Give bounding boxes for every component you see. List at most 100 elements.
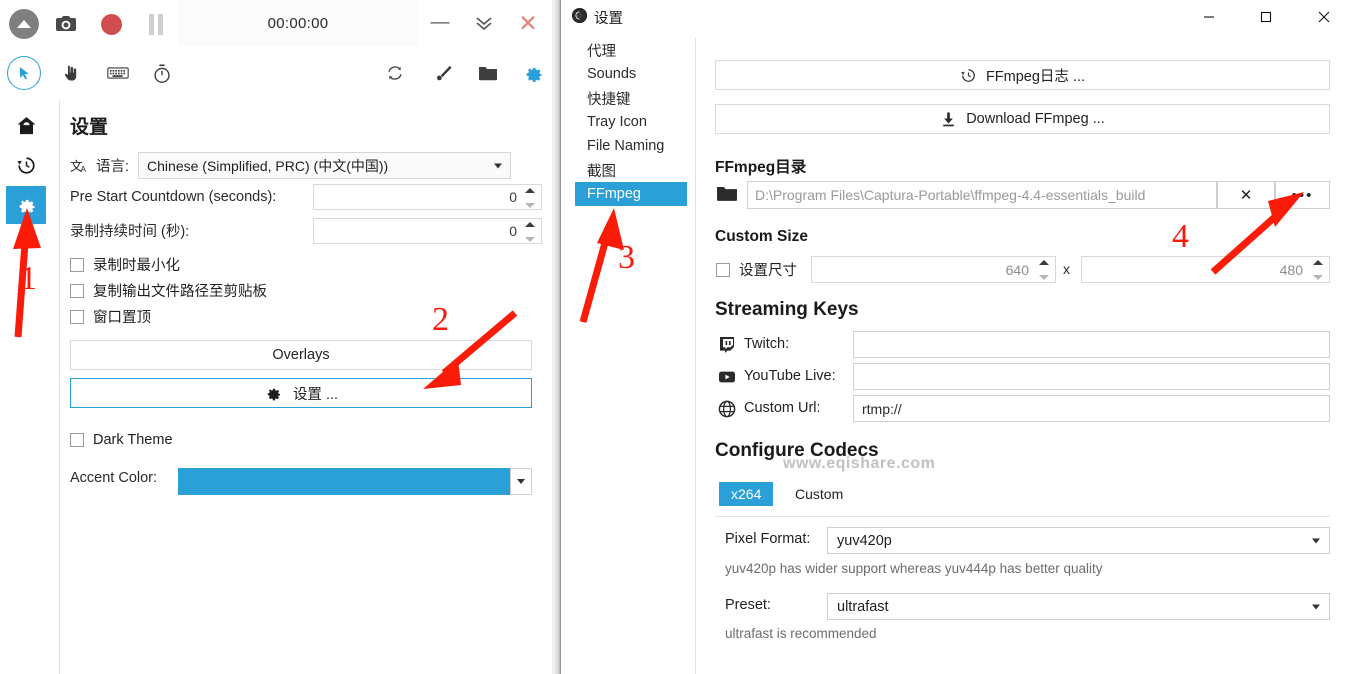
language-label: 语言: xyxy=(96,155,129,176)
svg-text:?: ? xyxy=(19,235,31,256)
stopwatch-icon[interactable] xyxy=(145,56,179,90)
annotation-number-1: 1 xyxy=(20,260,37,298)
codec-tab-x264[interactable]: x264 xyxy=(719,482,773,506)
custom-height-value: 480 xyxy=(1280,262,1303,278)
minimize-button[interactable]: — xyxy=(418,4,462,42)
custom-height-stepper[interactable]: 480 xyxy=(1081,256,1330,283)
pre-start-countdown-stepper[interactable]: 0 xyxy=(313,184,542,210)
checkbox-label: 窗口置顶 xyxy=(93,306,151,327)
screenshot-icon[interactable] xyxy=(50,8,82,40)
ffmpeg-settings-content: FFmpeg日志 ... Download FFmpeg ... FFmpeg目… xyxy=(561,0,1350,674)
preset-label: Preset: xyxy=(725,597,771,613)
twitch-key-input[interactable] xyxy=(853,331,1330,358)
hand-click-icon[interactable] xyxy=(54,56,88,90)
sidebar-item-home[interactable] xyxy=(6,106,46,144)
history-clock-icon xyxy=(960,67,977,84)
overlays-button-label: Overlays xyxy=(272,347,329,363)
checkbox-box[interactable] xyxy=(70,433,84,447)
checkbox-box[interactable] xyxy=(70,310,84,324)
annotation-number-3: 3 xyxy=(618,239,635,277)
folder-icon[interactable] xyxy=(471,56,505,90)
stepper-arrows-icon[interactable] xyxy=(523,222,536,242)
expand-collapse-icon[interactable] xyxy=(8,8,40,40)
ffmpeg-log-button[interactable]: FFmpeg日志 ... xyxy=(715,60,1330,90)
annotation-number-2: 2 xyxy=(432,301,449,339)
checkbox-box[interactable] xyxy=(70,284,84,298)
recording-duration-label: 录制持续时间 (秒): xyxy=(70,220,189,241)
checkbox-window-always-on-top[interactable]: 窗口置顶 xyxy=(70,306,151,327)
download-ffmpeg-button[interactable]: Download FFmpeg ... xyxy=(715,104,1330,134)
clear-path-button[interactable]: ✕ xyxy=(1217,181,1275,209)
codec-tab-label: x264 xyxy=(731,486,761,502)
pause-icon[interactable] xyxy=(140,8,172,40)
accent-color-dropdown[interactable] xyxy=(510,468,532,495)
youtube-label: YouTube Live: xyxy=(744,368,836,384)
checkbox-minimize-on-record[interactable]: 录制时最小化 xyxy=(70,254,180,275)
custom-width-stepper[interactable]: 640 xyxy=(811,256,1056,283)
checkbox-label: 录制时最小化 xyxy=(93,254,180,275)
accent-color-label: Accent Color: xyxy=(70,470,157,486)
chevron-down-icon xyxy=(517,479,525,484)
cursor-select-icon[interactable] xyxy=(7,56,41,90)
youtube-icon xyxy=(718,368,736,386)
pre-start-countdown-value: 0 xyxy=(509,189,517,205)
checkbox-copy-path-to-clipboard[interactable]: 复制输出文件路径至剪贴板 xyxy=(70,280,267,301)
checkbox-dark-theme[interactable]: Dark Theme xyxy=(70,432,173,448)
settings-panel: 设置 文A 语言: Chinese (Simplified, PRC) (中文(… xyxy=(60,100,552,674)
language-select[interactable]: Chinese (Simplified, PRC) (中文(中国)) xyxy=(138,152,511,179)
checkbox-box[interactable] xyxy=(70,258,84,272)
ffmpeg-settings-window: 设置 代理 Sounds 快捷键 Tray Icon File Naming 截… xyxy=(560,0,1350,674)
browse-path-button[interactable]: ••• xyxy=(1275,181,1330,209)
checkbox-box[interactable] xyxy=(716,263,730,277)
window-edge-shadow xyxy=(552,0,560,674)
chevron-down-icon xyxy=(1312,538,1320,543)
record-icon[interactable] xyxy=(95,8,127,40)
preset-select[interactable]: ultrafast xyxy=(827,593,1330,620)
custom-url-input[interactable]: rtmp:// xyxy=(853,395,1330,422)
stepper-arrows-icon[interactable] xyxy=(523,188,536,208)
twitch-icon xyxy=(718,336,736,354)
close-button[interactable]: ✕ xyxy=(506,4,550,42)
pixel-format-label: Pixel Format: xyxy=(725,531,810,547)
recording-duration-stepper[interactable]: 0 xyxy=(313,218,542,244)
checkbox-custom-size[interactable]: 设置尺寸 xyxy=(716,259,797,280)
sidebar-item-help[interactable]: ? xyxy=(6,226,46,264)
recording-duration-value: 0 xyxy=(509,223,517,239)
refresh-icon[interactable] xyxy=(378,56,412,90)
custom-url-value: rtmp:// xyxy=(862,401,902,417)
ffmpeg-path-input[interactable]: D:\Program Files\Captura-Portable\ffmpeg… xyxy=(747,181,1217,209)
ffmpeg-folder-heading: FFmpeg目录 xyxy=(715,155,806,177)
main-window-sidebar-rail: ? xyxy=(0,98,52,674)
sidebar-item-history[interactable] xyxy=(6,146,46,184)
ffmpeg-settings-button-label: 设置 ... xyxy=(293,383,338,404)
main-window-toolbar xyxy=(0,48,552,98)
custom-size-heading: Custom Size xyxy=(715,228,808,246)
codec-tab-label: Custom xyxy=(795,486,843,502)
accent-color-swatch[interactable] xyxy=(178,468,510,495)
globe-icon xyxy=(718,400,736,418)
sidebar-item-settings[interactable] xyxy=(6,186,46,224)
brush-icon[interactable] xyxy=(426,56,460,90)
translate-icon: 文A xyxy=(70,157,90,175)
codec-tab-custom[interactable]: Custom xyxy=(783,482,855,506)
collapse-button[interactable] xyxy=(462,4,506,42)
ffmpeg-log-button-label: FFmpeg日志 ... xyxy=(986,65,1085,86)
captura-main-window: 00:00:00 — ✕ xyxy=(0,0,552,674)
download-ffmpeg-button-label: Download FFmpeg ... xyxy=(966,111,1105,127)
language-value: Chinese (Simplified, PRC) (中文(中国)) xyxy=(147,156,388,176)
page-title: 设置 xyxy=(70,112,108,139)
svg-text:A: A xyxy=(80,164,86,173)
ffmpeg-settings-button[interactable]: 设置 ... xyxy=(70,378,532,408)
stepper-arrows-icon[interactable] xyxy=(1037,260,1050,280)
stepper-arrows-icon[interactable] xyxy=(1311,260,1324,280)
overlays-button[interactable]: Overlays xyxy=(70,340,532,370)
annotation-number-4: 4 xyxy=(1172,218,1189,256)
keyboard-icon[interactable] xyxy=(101,56,135,90)
custom-size-checkbox-label: 设置尺寸 xyxy=(739,259,797,280)
chevron-down-icon xyxy=(494,163,502,168)
gear-icon[interactable] xyxy=(516,56,550,90)
youtube-key-input[interactable] xyxy=(853,363,1330,390)
pre-start-countdown-label: Pre Start Countdown (seconds): xyxy=(70,189,276,205)
custom-url-label: Custom Url: xyxy=(744,400,821,416)
pixel-format-select[interactable]: yuv420p xyxy=(827,527,1330,554)
